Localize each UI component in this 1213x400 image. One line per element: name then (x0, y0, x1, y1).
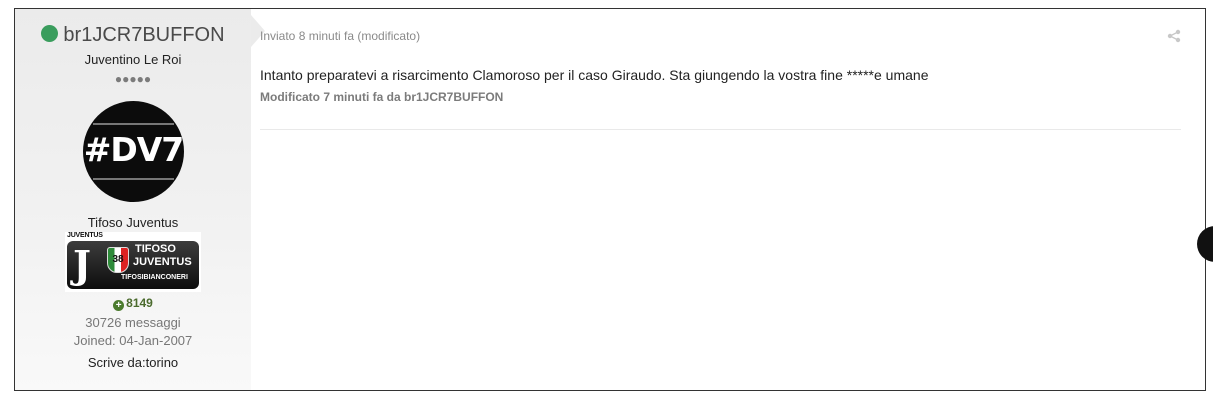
author-location: Scrive da:torino (87, 355, 179, 370)
badge-body: J 38 TIFOSO JUVENTUS TIFOSIBIANCONERI (67, 241, 199, 289)
reputation-value: 8149 (126, 296, 153, 310)
group-badge-image: JUVENTUS J 38 TIFOSO JUVENTUS TIFOSIBIAN… (65, 232, 201, 292)
author-title: Juventino Le Roi (84, 52, 182, 67)
online-status-icon (41, 25, 59, 42)
avatar[interactable]: #DV7 (83, 101, 184, 202)
post-count: 30726 messaggi (85, 315, 181, 330)
edited-note: Modificato 7 minuti fa da br1JCR7BUFFON (260, 90, 504, 104)
member-group: Tifoso Juventus (87, 215, 179, 230)
shield-icon: 38 (107, 247, 129, 273)
badge-top-text: JUVENTUS (67, 232, 103, 239)
author-panel: br1JCR7BUFFON Juventino Le Roi ●●●●● #DV… (15, 9, 251, 390)
reputation-badge[interactable]: +8149 (15, 296, 251, 311)
post-content: Intanto preparatevi a risarcimento Clamo… (260, 67, 929, 83)
rank-pips: ●●●●● (114, 72, 152, 86)
post-divider (260, 129, 1181, 130)
avatar-stripe (93, 123, 174, 125)
avatar-text: #DV7 (83, 130, 184, 169)
plus-circle-icon: + (113, 300, 125, 311)
share-icon[interactable] (1167, 29, 1181, 43)
joined-date: Joined: 04-Jan-2007 (73, 333, 193, 348)
badge-line1: TIFOSO (135, 243, 176, 255)
shield-number: 38 (112, 254, 124, 265)
forum-post: br1JCR7BUFFON Juventino Le Roi ●●●●● #DV… (14, 8, 1206, 391)
post-meta[interactable]: Inviato 8 minuti fa (modificato) (260, 29, 420, 43)
author-name-row: br1JCR7BUFFON (15, 24, 251, 47)
badge-line3: TIFOSIBIANCONERI (121, 274, 188, 281)
author-name[interactable]: br1JCR7BUFFON (63, 24, 224, 46)
juventus-logo-icon: J (73, 242, 91, 287)
badge-line2: JUVENTUS (133, 256, 192, 268)
avatar-stripe (93, 178, 174, 180)
